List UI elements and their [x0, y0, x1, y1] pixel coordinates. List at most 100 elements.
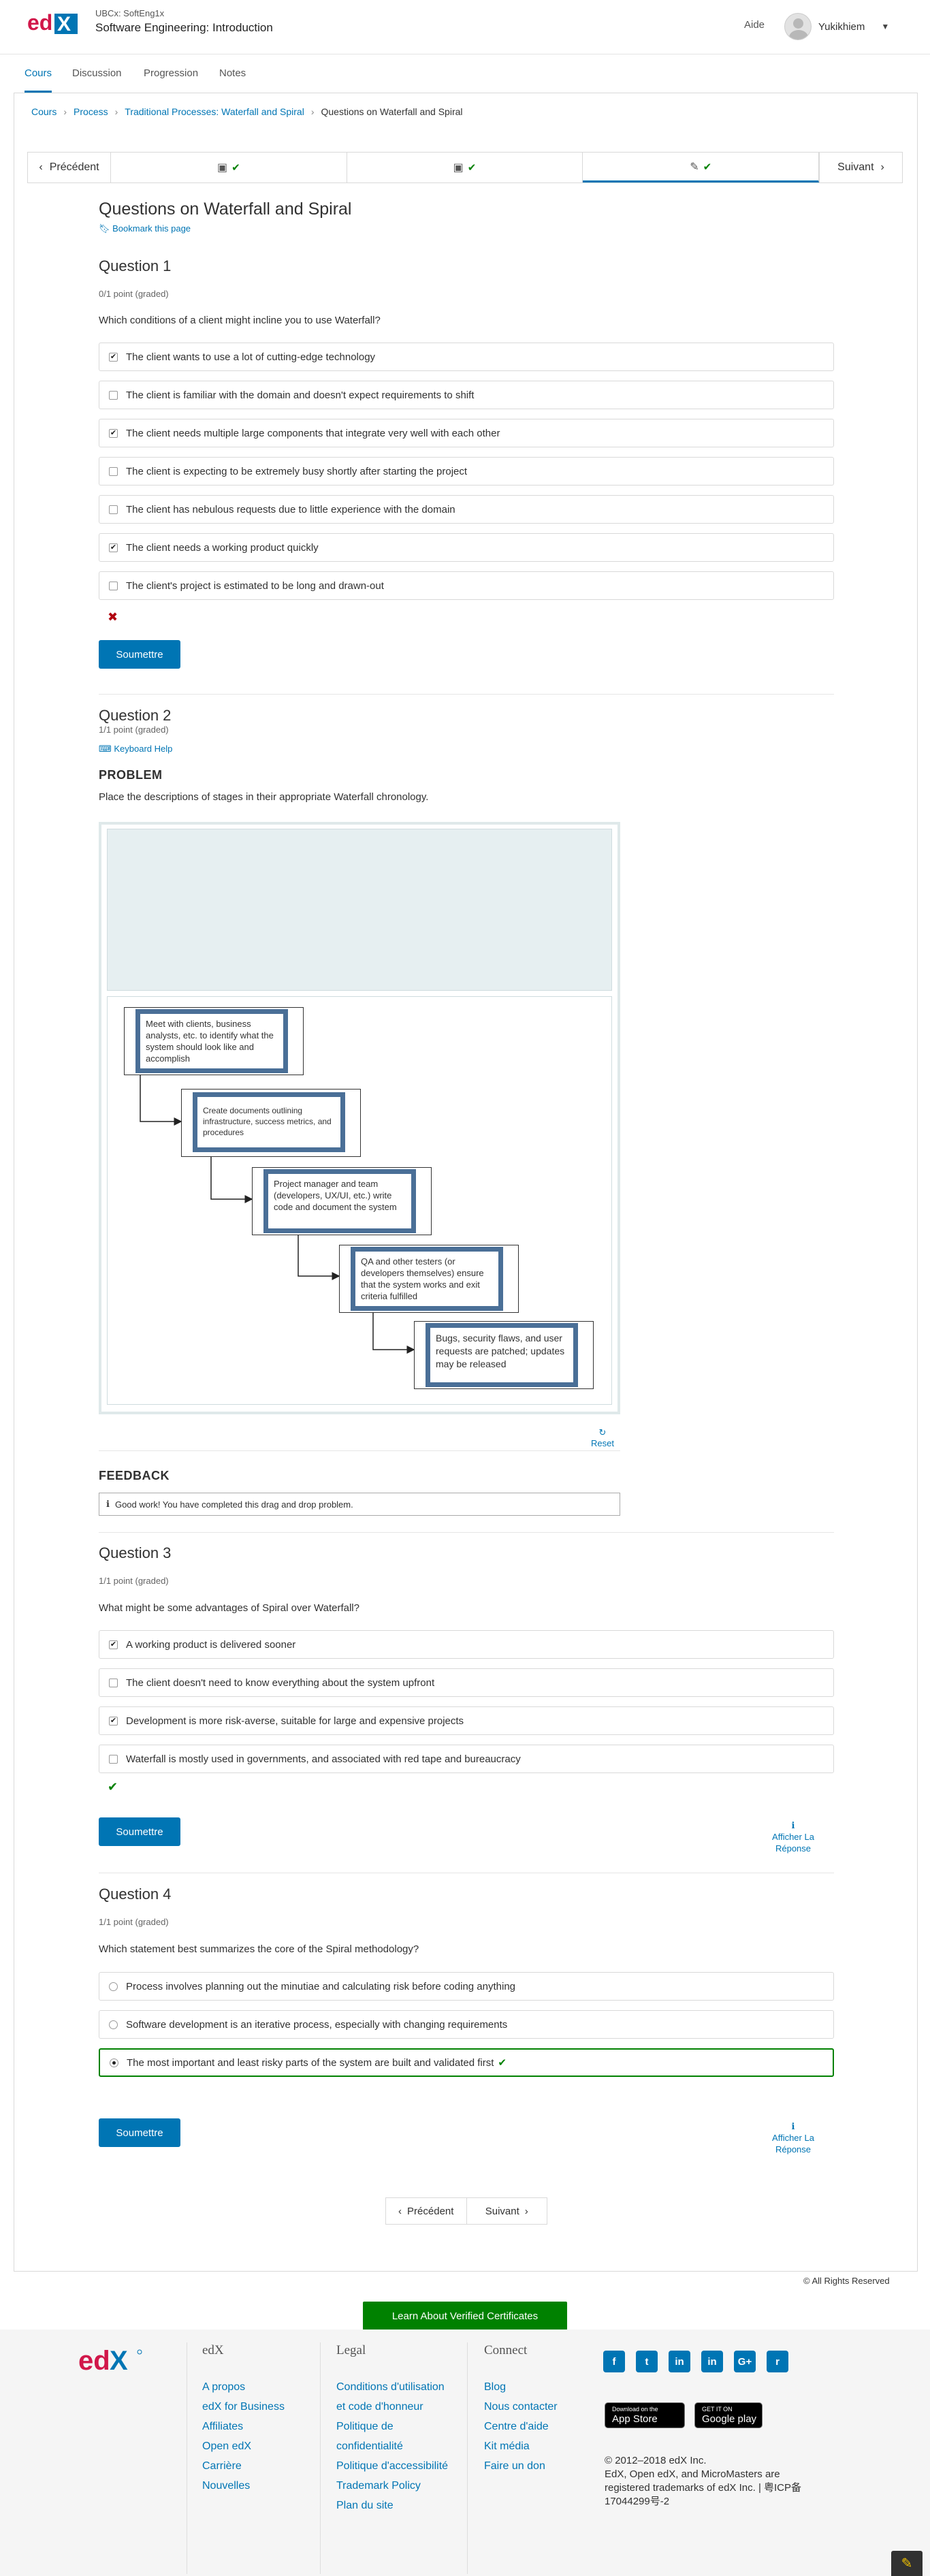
q4-option[interactable]: Process involves planning out the minuti… — [99, 1972, 834, 2001]
q1-option[interactable]: The client is expecting to be extremely … — [99, 457, 834, 486]
user-menu[interactable]: Yukikhiem ▼ — [784, 13, 889, 40]
checkbox[interactable] — [109, 1678, 118, 1687]
footer-link[interactable]: Kit média — [484, 2436, 593, 2456]
checkbox[interactable]: ✔ — [109, 1716, 118, 1726]
caret-down-icon[interactable]: ▼ — [881, 22, 889, 31]
username[interactable]: Yukikhiem — [818, 21, 865, 33]
drop-zone-stage-4[interactable]: QA and other testers (or developers them… — [339, 1245, 519, 1313]
q3-show-answer-button[interactable]: ℹ Afficher La Réponse — [763, 1819, 824, 1854]
footer-link[interactable]: Conditions d'utilisation et code d'honne… — [336, 2377, 452, 2417]
keyboard-help-link[interactable]: ⌨ Keyboard Help — [99, 744, 172, 754]
edit-pencil-icon[interactable]: ✎ — [891, 2551, 923, 2576]
sequence-item-problem[interactable]: ✎ ✔ — [583, 153, 820, 182]
footer-link[interactable]: Nous contacter — [484, 2397, 593, 2417]
facebook-icon[interactable]: f — [603, 2351, 625, 2372]
q4-option[interactable]: Software development is an iterative pro… — [99, 2010, 834, 2039]
edx-footer-logo[interactable]: ed X — [78, 2347, 146, 2376]
help-link[interactable]: Aide — [744, 19, 765, 31]
q3-option[interactable]: ✔ A working product is delivered sooner — [99, 1630, 834, 1659]
drag-item-maintenance[interactable]: Bugs, security flaws, and user requests … — [426, 1323, 578, 1387]
checkbox[interactable] — [109, 390, 118, 400]
tab-discussion[interactable]: Discussion — [72, 54, 122, 93]
app-store-badge[interactable]: Download on the App Store — [605, 2402, 685, 2428]
linkedin-icon[interactable]: in — [701, 2351, 723, 2372]
footer-link[interactable]: Politique de confidentialité — [336, 2417, 452, 2456]
footer-link[interactable]: Plan du site — [336, 2496, 452, 2515]
footer-link[interactable]: Politique d'accessibilité — [336, 2456, 452, 2476]
drag-item-verification[interactable]: QA and other testers (or developers them… — [351, 1247, 503, 1311]
q3-option[interactable]: The client doesn't need to know everythi… — [99, 1668, 834, 1697]
drop-zone-stage-5[interactable]: Bugs, security flaws, and user requests … — [414, 1321, 594, 1389]
drop-target-zone[interactable]: Meet with clients, business analysts, et… — [107, 996, 612, 1405]
divider — [99, 694, 834, 695]
sequence-prev-button[interactable]: ‹ Précédent — [28, 153, 111, 182]
q1-option[interactable]: The client is familiar with the domain a… — [99, 381, 834, 409]
twitter-icon[interactable]: t — [636, 2351, 658, 2372]
footer-link[interactable]: Centre d'aide — [484, 2417, 593, 2436]
q1-option[interactable]: The client has nebulous requests due to … — [99, 495, 834, 524]
footer-link[interactable]: Faire un don — [484, 2456, 593, 2476]
drop-zone-stage-3[interactable]: Project manager and team (developers, UX… — [252, 1167, 432, 1235]
verified-certificates-button[interactable]: Learn About Verified Certificates — [363, 2302, 567, 2330]
radio-button[interactable] — [109, 2020, 118, 2029]
breadcrumb-course[interactable]: Cours — [31, 106, 57, 117]
checkbox[interactable]: ✔ — [109, 1640, 118, 1649]
checkbox[interactable]: ✔ — [109, 543, 118, 552]
q3-option[interactable]: ✔ Development is more risk-averse, suitab… — [99, 1706, 834, 1735]
google-plus-icon[interactable]: G+ — [734, 2351, 756, 2372]
drag-item-bank[interactable] — [107, 829, 612, 991]
edx-logo[interactable]: ed X — [27, 10, 80, 37]
footer-link[interactable]: Carrière — [202, 2456, 311, 2476]
radio-button[interactable] — [110, 2058, 118, 2067]
drag-item-requirements[interactable]: Meet with clients, business analysts, et… — [135, 1009, 288, 1073]
bookmark-button[interactable]: 🔖︎ Bookmark this page — [99, 223, 191, 234]
q3-submit-button[interactable]: Soumettre — [99, 1817, 180, 1846]
checkbox[interactable] — [109, 505, 118, 514]
drag-item-design[interactable]: Create documents outlining infrastructur… — [193, 1092, 345, 1152]
breadcrumb-section[interactable]: Process — [74, 106, 108, 117]
checkbox[interactable] — [109, 1754, 118, 1764]
q1-submit-button[interactable]: Soumettre — [99, 640, 180, 669]
footer-legal-text: © 2012–2018 edX Inc. EdX, Open edX, and … — [605, 2455, 802, 2507]
sequence-item-video-1[interactable]: ▣ ✔ — [111, 153, 347, 182]
drag-item-implementation[interactable]: Project manager and team (developers, UX… — [263, 1169, 416, 1233]
reddit-icon[interactable]: r — [767, 2351, 788, 2372]
avatar[interactable] — [784, 13, 812, 40]
footer-link[interactable]: edX for Business — [202, 2397, 311, 2417]
breadcrumb-subsection[interactable]: Traditional Processes: Waterfall and Spi… — [125, 106, 304, 117]
radio-button[interactable] — [109, 1982, 118, 1991]
bottom-next-button[interactable]: Suivant › — [467, 2198, 547, 2224]
drop-zone-stage-2[interactable]: Create documents outlining infrastructur… — [181, 1089, 361, 1157]
footer-col-edx: edX A propos edX for Business Affiliates Op… — [202, 2343, 311, 2496]
q4-option[interactable]: The most important and least risky parts… — [99, 2048, 834, 2077]
footer-link[interactable]: A propos — [202, 2377, 311, 2397]
footer-link[interactable]: Open edX — [202, 2436, 311, 2456]
q1-option[interactable]: The client's project is estimated to be … — [99, 571, 834, 600]
checkbox[interactable] — [109, 581, 118, 590]
linkedin-icon[interactable]: in — [669, 2351, 690, 2372]
footer-link[interactable]: Trademark Policy — [336, 2476, 452, 2496]
footer-link[interactable]: Blog — [484, 2377, 593, 2397]
q4-submit-button[interactable]: Soumettre — [99, 2118, 180, 2147]
checkbox[interactable] — [109, 466, 118, 476]
checkbox[interactable]: ✔ — [109, 428, 118, 438]
drag-drop-problem: Meet with clients, business analysts, et… — [99, 822, 620, 1414]
checkbox[interactable]: ✔ — [109, 352, 118, 362]
bottom-prev-button[interactable]: ‹ Précédent — [386, 2198, 467, 2224]
tab-progress[interactable]: Progression — [144, 54, 198, 93]
footer-link[interactable]: Nouvelles — [202, 2476, 311, 2496]
q1-option[interactable]: ✔ The client needs multiple large compone… — [99, 419, 834, 447]
footer-link[interactable]: Affiliates — [202, 2417, 311, 2436]
q4-show-answer-button[interactable]: ℹ Afficher La Réponse — [763, 2120, 824, 2155]
tab-notes[interactable]: Notes — [219, 54, 246, 93]
drop-zone-stage-1[interactable]: Meet with clients, business analysts, et… — [124, 1007, 304, 1075]
tab-course[interactable]: Cours — [25, 54, 52, 93]
sequence-item-video-2[interactable]: ▣ ✔ — [347, 153, 583, 182]
option-label: The client needs a working product quick… — [126, 541, 319, 554]
q1-option[interactable]: ✔ The client needs a working product quic… — [99, 533, 834, 562]
q3-option[interactable]: Waterfall is mostly used in governments,… — [99, 1745, 834, 1773]
sequence-next-button[interactable]: Suivant › — [819, 153, 902, 182]
google-play-badge[interactable]: GET IT ON Google play — [694, 2402, 763, 2428]
q1-option[interactable]: ✔ The client wants to use a lot of cuttin… — [99, 343, 834, 371]
reset-button[interactable]: ↻ Reset — [591, 1427, 614, 1448]
